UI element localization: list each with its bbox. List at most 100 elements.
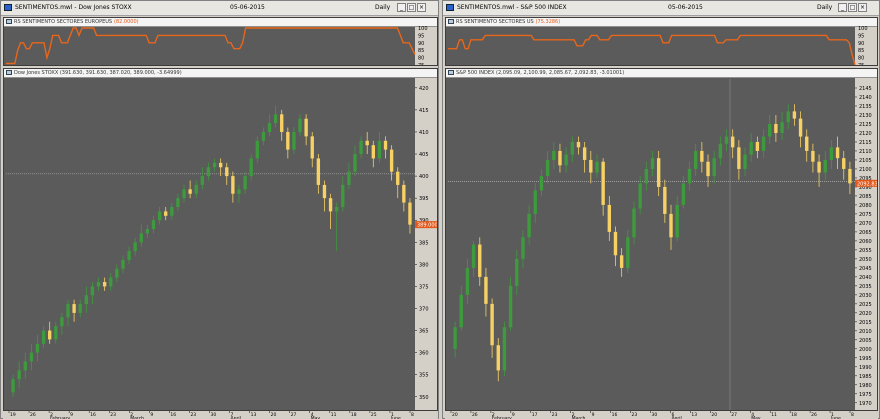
chart-window-left[interactable]: SENTIMENTOS.mwl - Dow Jones STOXX 05-06-…	[0, 0, 439, 419]
candle-body	[768, 123, 772, 137]
sentiment-tick-label: 75	[858, 63, 864, 66]
date-tick-label: 16	[612, 412, 618, 418]
candle-body	[718, 143, 723, 159]
date-tick-label: 8	[411, 412, 414, 418]
close-button[interactable]: ×	[858, 3, 867, 12]
date-tick-label: 18	[351, 412, 357, 418]
price-tick-label: 1990	[859, 365, 872, 371]
price-tick-label: 2070	[859, 221, 872, 227]
candle-body	[465, 267, 470, 295]
date-tick-label: 9	[70, 412, 73, 418]
date-tick-label: 26	[811, 412, 817, 418]
candle-body	[595, 161, 599, 173]
candle-body	[188, 189, 192, 194]
price-tick-label: 2000	[859, 347, 872, 353]
candle-body	[261, 131, 266, 141]
candle-body	[341, 184, 345, 207]
candle-body	[786, 111, 790, 123]
candle-body	[212, 162, 217, 168]
candle-body	[638, 183, 642, 209]
minimize-button[interactable]: _	[397, 3, 406, 12]
candle-body	[127, 251, 131, 260]
minimize-button[interactable]: _	[838, 3, 847, 12]
sentiment-tick-label: 100	[858, 26, 868, 32]
date-tick-label: 27	[731, 412, 737, 418]
candle-body	[96, 282, 101, 287]
candle-body	[570, 141, 574, 155]
maximize-button[interactable]: □	[407, 3, 416, 12]
candle-body	[817, 161, 821, 173]
candle-body	[496, 345, 500, 371]
candle-body	[761, 136, 766, 151]
candle-body	[60, 317, 64, 327]
price-tick-label: 395	[419, 196, 429, 202]
chart-window-right[interactable]: SENTIMENTOS.mwl - S&P 500 INDEX 05-06-20…	[442, 0, 880, 419]
price-pane[interactable]: S&P 500 INDEX (2,095.09, 2,100.99, 2,085…	[445, 68, 878, 411]
candle-body	[842, 158, 846, 169]
date-tick-label: 20	[452, 412, 458, 418]
sentiment-tick-label: 100	[418, 26, 428, 32]
price-tick-label: 355	[419, 373, 429, 379]
candle-body	[115, 268, 119, 278]
price-tick-label: 2080	[859, 203, 872, 209]
price-tick-label: 380	[419, 262, 429, 268]
candle-body	[601, 161, 605, 205]
period-label[interactable]: Daily	[375, 4, 390, 11]
candle-body	[11, 379, 15, 393]
candle-body	[712, 158, 716, 177]
sentiment-tick-label: 85	[418, 48, 424, 54]
candle-body	[48, 330, 52, 340]
candle-body	[539, 176, 544, 191]
candle-body	[656, 158, 661, 187]
window-title: SENTIMENTOS.mwl - Dow Jones STOXX	[15, 4, 132, 11]
price-tick-label: 2035	[859, 284, 872, 290]
price-tick-label: 2030	[859, 293, 872, 299]
candle-body	[255, 140, 259, 159]
period-label[interactable]: Daily	[817, 4, 832, 11]
candle-body	[328, 198, 333, 212]
month-label: June	[830, 416, 841, 419]
candle-body	[453, 327, 457, 349]
candle-body	[798, 118, 803, 137]
candle-body	[371, 145, 375, 159]
date-tick-label: 11	[771, 412, 777, 418]
candle-body	[582, 147, 587, 160]
candle-body	[589, 159, 593, 173]
candle-body	[84, 295, 89, 305]
date-tick-label: 13	[251, 412, 257, 418]
price-tick-label: 420	[419, 86, 429, 92]
window-date: 05-06-2015	[668, 4, 703, 11]
sentiment-chart: 10095 9085 8075	[6, 26, 437, 65]
date-axis: 19 26 2 9 16 23 2 9 16 23 30 7 13 20 27 4 11 18 25 1 8Februa…	[3, 411, 438, 419]
window-titlebar[interactable]: SENTIMENTOS.mwl - S&P 500 INDEX 05-06-20…	[443, 1, 879, 16]
price-tick-label: 360	[419, 351, 429, 357]
price-tick-label: 2120	[859, 131, 872, 137]
price-chart: 4204154104054003953903853803753703653603…	[6, 78, 437, 410]
candle-body	[737, 147, 741, 169]
price-tick-label: 2040	[859, 275, 872, 281]
month-label: April	[671, 416, 681, 419]
candle-body	[508, 285, 513, 328]
date-tick-label: 26	[472, 412, 478, 418]
sentiment-pane[interactable]: RS SENTIMENTO SECTORES EUROPEUS (82.0000…	[3, 17, 438, 66]
price-tick-label: 2055	[859, 248, 872, 254]
candle-body	[29, 352, 34, 362]
maximize-button[interactable]: □	[848, 3, 857, 12]
candle-body	[78, 304, 82, 313]
date-tick-label: 13	[691, 412, 697, 418]
sentiment-tick-label: 90	[418, 41, 424, 47]
candle-body	[558, 150, 562, 166]
candle-body	[383, 140, 388, 150]
candle-body	[613, 231, 618, 256]
candle-body	[521, 237, 525, 259]
candle-body	[206, 167, 211, 177]
candle-body	[17, 370, 21, 380]
price-pane[interactable]: Dow Jones STOXX (391.630, 391.630, 387.0…	[3, 68, 438, 411]
close-button[interactable]: ×	[417, 3, 426, 12]
sentiment-pane[interactable]: RS SENTIMENTO SECTORES US (75.3286) 100 9…	[445, 17, 878, 66]
sentiment-line	[6, 27, 416, 65]
window-titlebar[interactable]: SENTIMENTOS.mwl - Dow Jones STOXX 05-06-…	[1, 1, 438, 16]
candle-body	[774, 123, 778, 133]
price-tick-label: 2125	[859, 122, 872, 128]
candle-body	[792, 111, 797, 119]
